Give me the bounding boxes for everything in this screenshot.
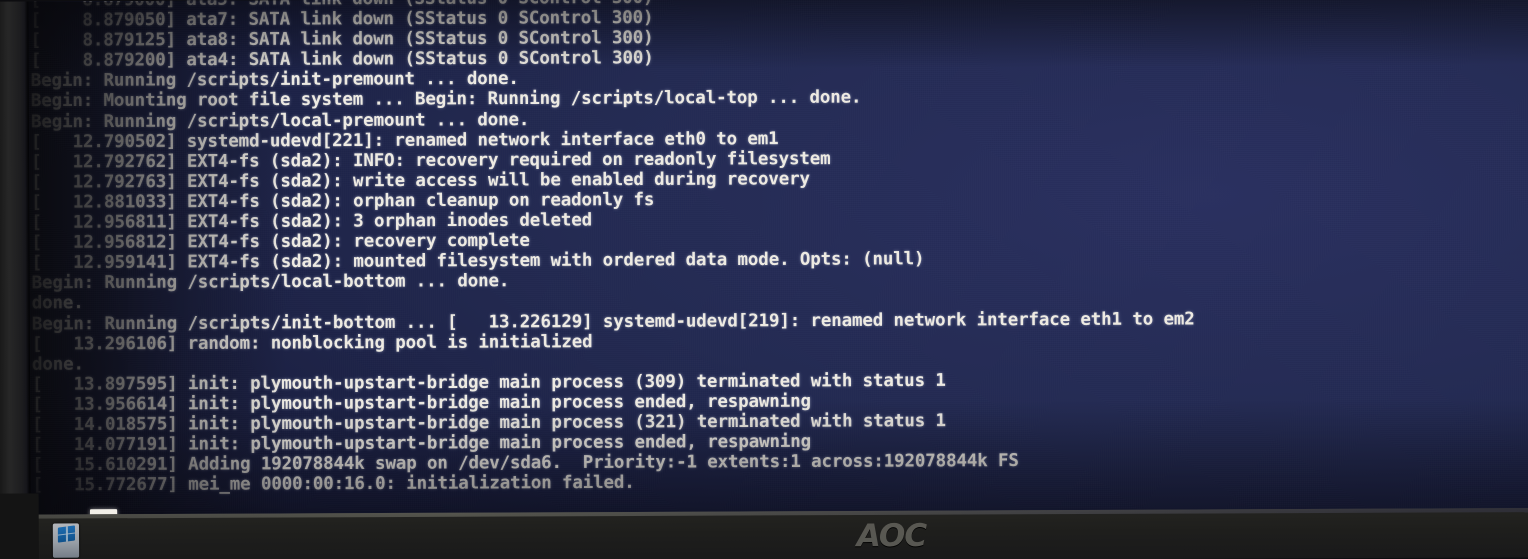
windows-flag-icon (57, 525, 75, 543)
aoc-brand-logo: AOC (856, 517, 927, 555)
monitor-photograph: [ 8.879000] ata5: SATA link down (SStatu… (0, 0, 1528, 559)
linux-boot-console: [ 8.879000] ata5: SATA link down (SStatu… (30, 0, 1195, 496)
console-line: [ 15.772677] mei_me 0000:00:16.0: initia… (32, 472, 635, 496)
windows-logo-sticker (52, 523, 80, 558)
monitor-screen: [ 8.879000] ata5: SATA link down (SStatu… (24, 0, 1528, 525)
monitor-bezel-left (0, 1, 31, 525)
panel-tilt-wrapper: [ 8.879000] ata5: SATA link down (SStatu… (0, 0, 1528, 559)
monitor-bezel-bottom (0, 508, 1528, 559)
monitor-bezel-corner (0, 493, 39, 559)
